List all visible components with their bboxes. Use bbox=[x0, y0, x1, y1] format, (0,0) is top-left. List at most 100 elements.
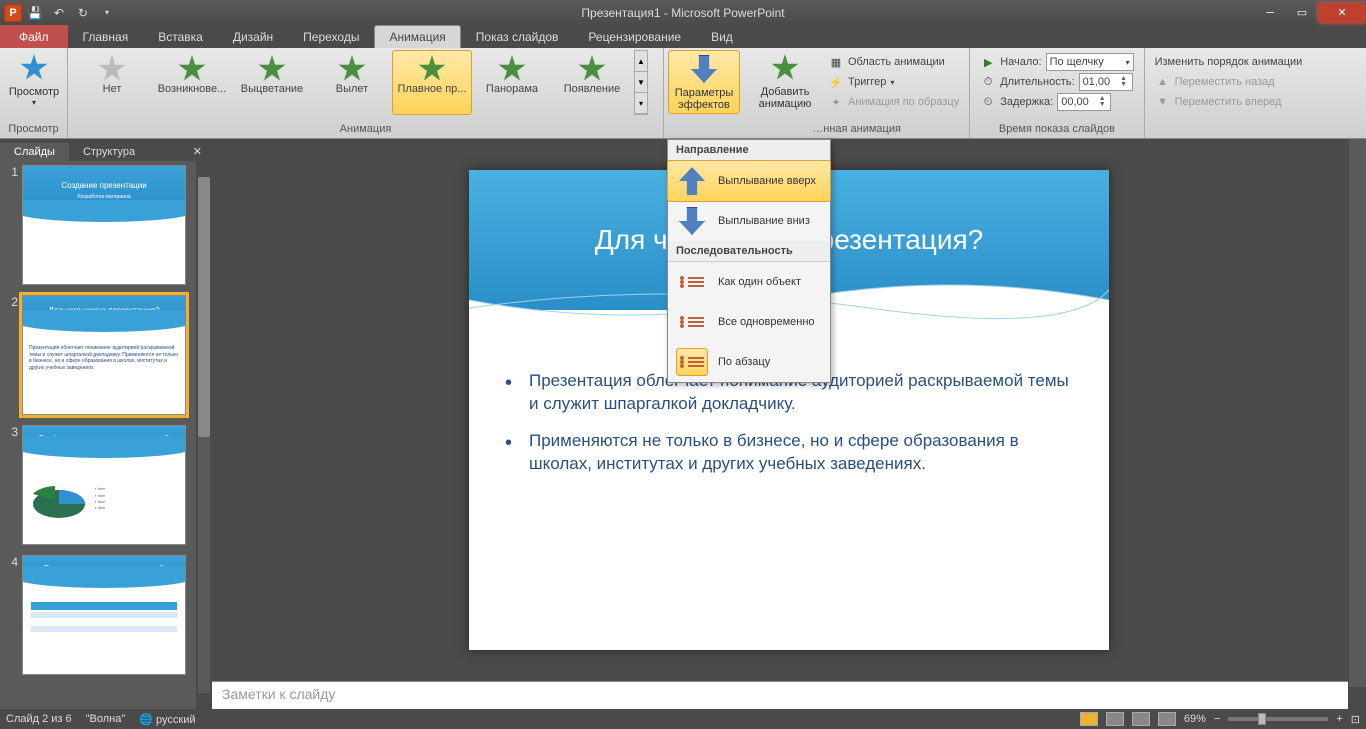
app-logo[interactable]: P bbox=[4, 4, 22, 22]
thumbnail-2[interactable]: Для чего нужна презентация? Презентация … bbox=[22, 295, 186, 415]
tab-slides[interactable]: Слайды bbox=[0, 143, 69, 161]
tab-view[interactable]: Вид bbox=[696, 25, 748, 48]
anim-fly[interactable]: Вылет bbox=[312, 50, 392, 115]
notes-pane[interactable]: Заметки к слайду bbox=[212, 681, 1348, 709]
tab-file[interactable]: Файл bbox=[0, 25, 68, 48]
view-sorter-button[interactable] bbox=[1106, 712, 1124, 726]
tab-outline[interactable]: Структура bbox=[69, 143, 149, 161]
thumbnails: 1 Создание презентацииРазработка материа… bbox=[0, 161, 212, 709]
dd-float-down[interactable]: Выплывание вниз bbox=[668, 201, 830, 241]
tab-animation[interactable]: Анимация bbox=[374, 25, 460, 48]
qat-dropdown-icon[interactable]: ▾ bbox=[96, 3, 118, 23]
effect-options-button[interactable]: Параметры эффектов bbox=[668, 50, 740, 114]
redo-icon[interactable]: ↻ bbox=[72, 3, 94, 23]
quick-access-toolbar: P 💾 ↶ ↻ ▾ bbox=[0, 3, 118, 23]
group-timing-label: Время показа слайдов bbox=[974, 121, 1139, 138]
group-preview-label: Просмотр bbox=[4, 121, 63, 138]
panel-close-icon[interactable]: ✕ bbox=[183, 142, 212, 161]
gallery-scroll[interactable]: ▲▼▾ bbox=[634, 50, 648, 115]
view-normal-button[interactable] bbox=[1080, 712, 1098, 726]
thumb-number: 2 bbox=[4, 295, 22, 415]
tab-slideshow[interactable]: Показ слайдов bbox=[461, 25, 574, 48]
ribbon: Просмотр ▾ Просмотр Нет Возникнове... Вы… bbox=[0, 48, 1366, 139]
add-animation-label: Добавить анимацию bbox=[754, 86, 816, 110]
anim-appear[interactable]: Возникнове... bbox=[152, 50, 232, 115]
effect-options-dropdown: Направление Выплывание вверх Выплывание … bbox=[667, 139, 831, 383]
delay-icon: ⏲ bbox=[980, 94, 996, 110]
dd-section-sequence: Последовательность bbox=[668, 241, 830, 262]
dd-section-direction: Направление bbox=[668, 140, 830, 161]
view-slideshow-button[interactable] bbox=[1158, 712, 1176, 726]
animation-pane-button[interactable]: ▦Область анимации bbox=[826, 52, 961, 72]
painter-icon: ✦ bbox=[828, 94, 844, 110]
anim-fade[interactable]: Выцветание bbox=[232, 50, 312, 115]
pane-icon: ▦ bbox=[828, 54, 844, 70]
status-slide: Слайд 2 из 6 bbox=[6, 713, 72, 725]
animation-gallery[interactable]: Нет Возникнове... Выцветание Вылет Плавн… bbox=[72, 50, 648, 115]
preview-button[interactable]: Просмотр ▾ bbox=[4, 50, 64, 109]
group-animation-label: Анимация bbox=[72, 121, 659, 138]
view-reading-button[interactable] bbox=[1132, 712, 1150, 726]
effect-options-label: Параметры эффектов bbox=[675, 87, 734, 111]
tab-review[interactable]: Рецензирование bbox=[573, 25, 696, 48]
add-animation-button[interactable]: ✦ Добавить анимацию bbox=[748, 50, 822, 112]
thumb-number: 1 bbox=[4, 165, 22, 285]
tab-home[interactable]: Главная bbox=[68, 25, 144, 48]
animation-painter-button: ✦Анимация по образцу bbox=[826, 92, 961, 112]
window-title: Презентация1 - Microsoft PowerPoint bbox=[581, 6, 784, 20]
editor-scrollbar[interactable] bbox=[1349, 139, 1366, 687]
duration-label: Длительность: bbox=[1000, 76, 1074, 88]
group-advanced-label: …нная анимация bbox=[748, 121, 965, 138]
status-theme: "Волна" bbox=[86, 713, 126, 725]
thumbnail-1[interactable]: Создание презентацииРазработка материала bbox=[22, 165, 186, 285]
dd-one-object[interactable]: Как один объект bbox=[668, 262, 830, 302]
zoom-level: 69% bbox=[1184, 713, 1206, 725]
zoom-in-button[interactable]: + bbox=[1336, 713, 1342, 725]
anim-float[interactable]: Плавное пр... bbox=[392, 50, 472, 115]
slide-panel: Слайды Структура ✕ 1 Создание презентаци… bbox=[0, 139, 212, 709]
minimize-button[interactable]: ─ bbox=[1254, 3, 1286, 23]
slide-content[interactable]: Презентация облегчает понимание аудитори… bbox=[469, 350, 1109, 650]
dd-float-up[interactable]: Выплывание вверх bbox=[667, 160, 831, 202]
thumbnail-4[interactable]: Рост популярности презентаций bbox=[22, 555, 186, 675]
trigger-button[interactable]: ⚡Триггер ▾ bbox=[826, 72, 961, 92]
thumb-number: 4 bbox=[4, 555, 22, 675]
window-controls: ─ ▭ ✕ bbox=[1254, 3, 1366, 23]
save-icon[interactable]: 💾 bbox=[24, 3, 46, 23]
status-lang: 🌐 русский bbox=[139, 713, 195, 726]
start-combo[interactable]: По щелчку▾ bbox=[1046, 53, 1134, 71]
dd-by-paragraph[interactable]: По абзацу bbox=[668, 342, 830, 382]
anim-none[interactable]: Нет bbox=[72, 50, 152, 115]
move-earlier-button: ▲Переместить назад bbox=[1153, 72, 1305, 92]
delay-spinner[interactable]: 00,00▲▼ bbox=[1057, 93, 1111, 111]
reorder-title: Изменить порядок анимации bbox=[1153, 52, 1305, 72]
undo-icon[interactable]: ↶ bbox=[48, 3, 70, 23]
tab-design[interactable]: Дизайн bbox=[218, 25, 288, 48]
duration-icon: ⏱ bbox=[980, 74, 996, 90]
tab-transitions[interactable]: Переходы bbox=[288, 25, 374, 48]
anim-split[interactable]: Панорама bbox=[472, 50, 552, 115]
move-later-button: ▼Переместить вперед bbox=[1153, 92, 1305, 112]
ribbon-tabs: Файл Главная Вставка Дизайн Переходы Ани… bbox=[0, 25, 1366, 48]
tab-insert[interactable]: Вставка bbox=[143, 25, 218, 48]
delay-label: Задержка: bbox=[1000, 96, 1053, 108]
start-icon: ▶ bbox=[980, 54, 996, 70]
fit-button[interactable]: ⊡ bbox=[1351, 713, 1360, 726]
zoom-out-button[interactable]: − bbox=[1214, 713, 1220, 725]
start-label: Начало: bbox=[1000, 56, 1041, 68]
thumb-number: 3 bbox=[4, 425, 22, 545]
bullet-2: Применяются не только в бизнесе, но и сф… bbox=[529, 430, 1069, 476]
panel-scrollbar[interactable] bbox=[196, 161, 212, 709]
duration-spinner[interactable]: 01,00▲▼ bbox=[1079, 73, 1133, 91]
down-icon: ▼ bbox=[1155, 94, 1171, 110]
thumbnail-3[interactable]: График популярности презентаций ▪ Item▪ … bbox=[22, 425, 186, 545]
status-bar: Слайд 2 из 6 "Волна" 🌐 русский 69% − + ⊡ bbox=[0, 709, 1366, 729]
maximize-button[interactable]: ▭ bbox=[1286, 3, 1318, 23]
up-icon: ▲ bbox=[1155, 74, 1171, 90]
anim-wipe[interactable]: Появление bbox=[552, 50, 632, 115]
dd-all-at-once[interactable]: Все одновременно bbox=[668, 302, 830, 342]
close-button[interactable]: ✕ bbox=[1318, 3, 1366, 23]
zoom-slider[interactable] bbox=[1228, 717, 1328, 721]
preview-label: Просмотр bbox=[9, 86, 59, 98]
title-bar: P 💾 ↶ ↻ ▾ Презентация1 - Microsoft Power… bbox=[0, 0, 1366, 25]
